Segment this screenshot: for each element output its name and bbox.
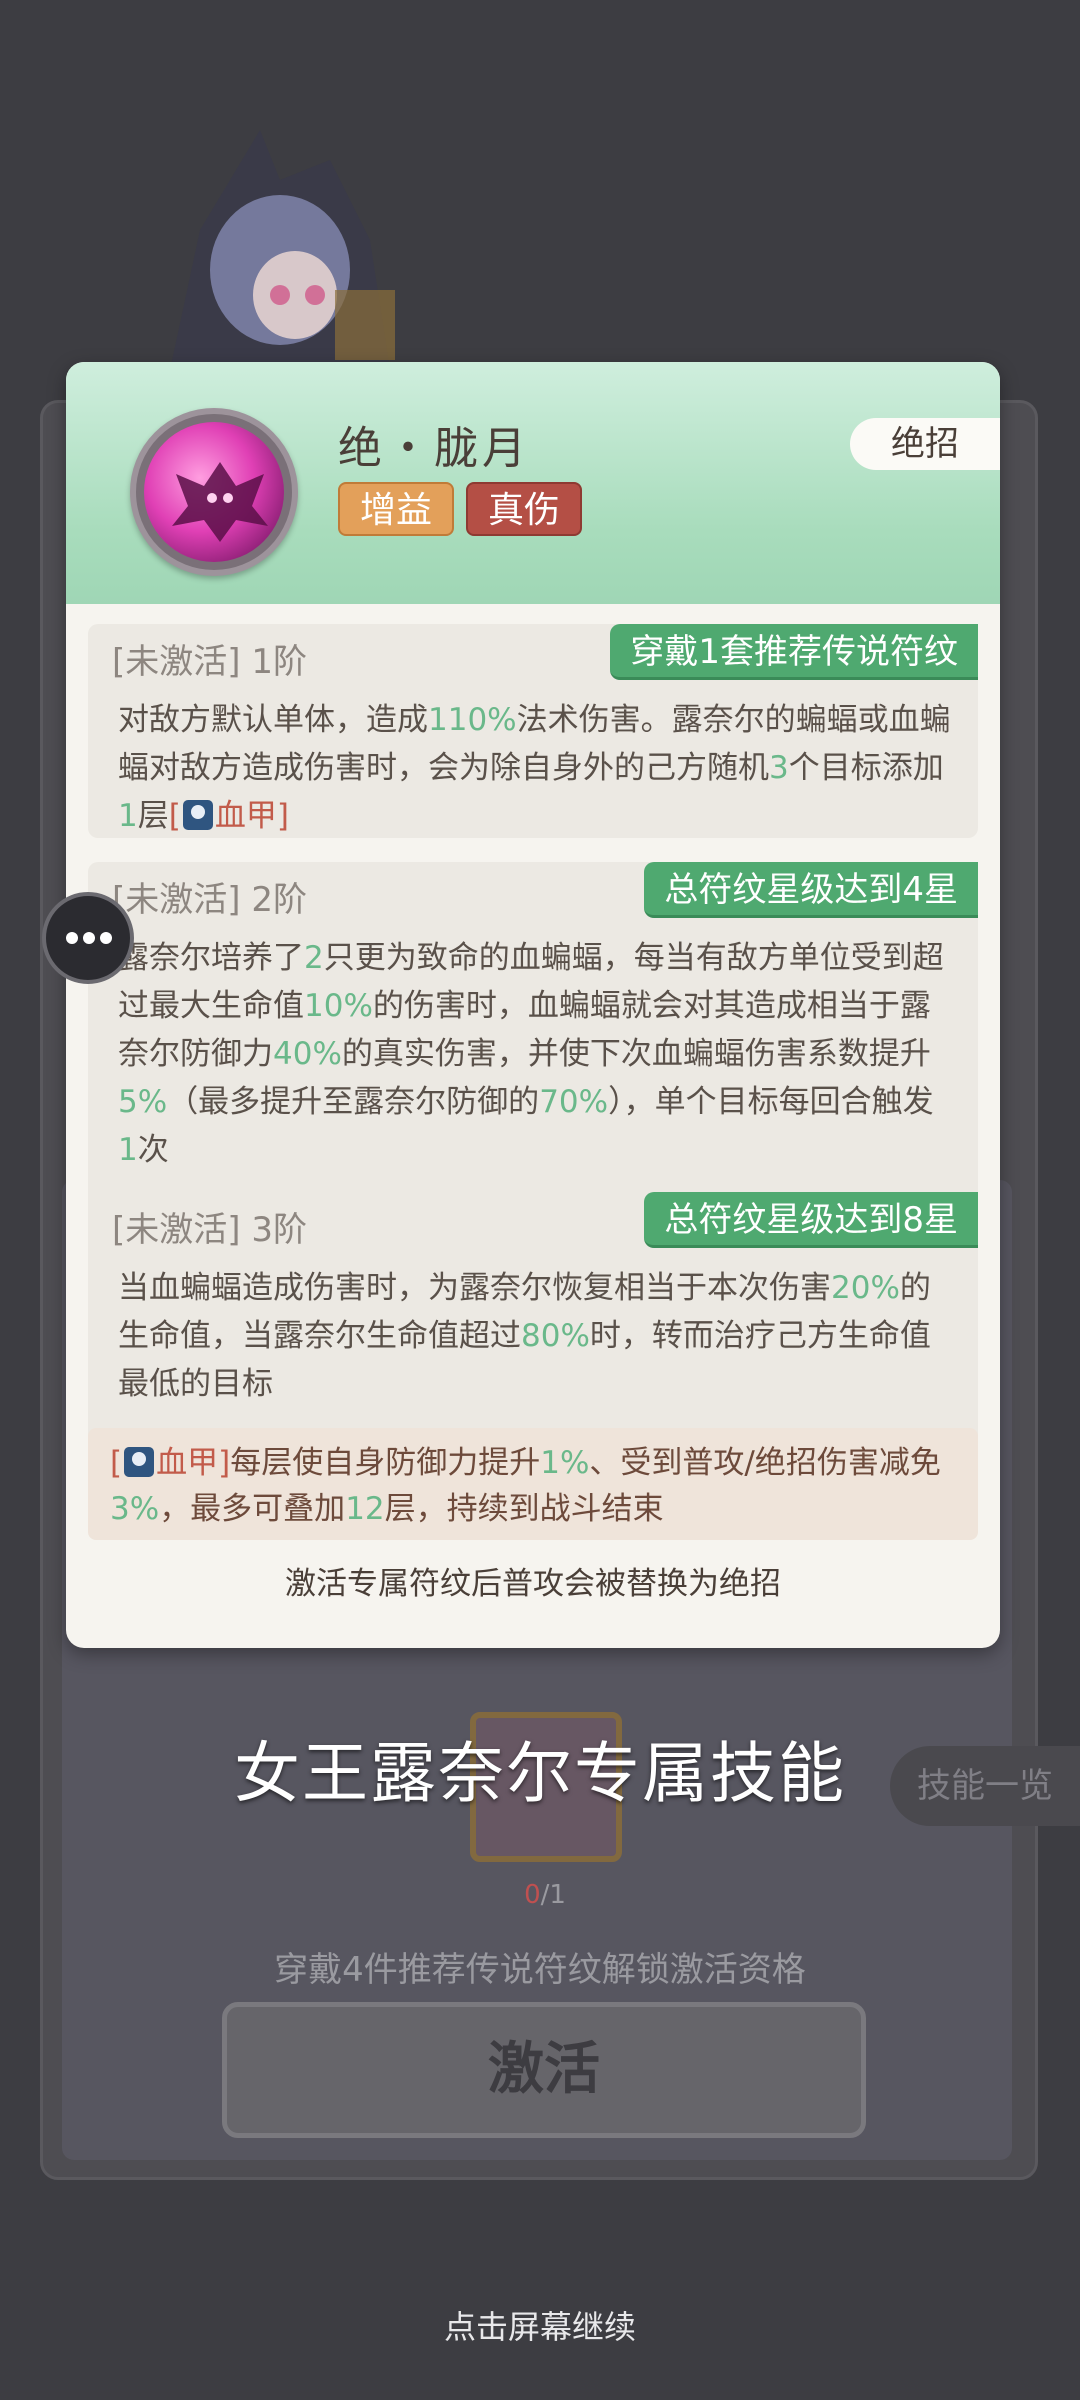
skill-icon [130,408,298,576]
skill-header: 绝・胧月 增益 真伤 绝招 [66,362,1000,604]
tier-2-header: [未激活] 2阶 [112,872,307,921]
blood-armor-note: [血甲]每层使自身防御力提升1%、受到普攻/绝招伤害减免3%，最多可叠加12层，… [88,1428,978,1540]
footer-note: 激活专属符纹后普攻会被替换为绝招 [285,1566,781,1602]
blood-armor-icon [124,1447,155,1477]
tier-3: [未激活] 3阶 总符纹星级达到8星 当血蝙蝠造成伤害时，为露奈尔恢复相当于本次… [88,1192,978,1406]
tier-2-requirement: 总符纹星级达到4星 [644,862,978,918]
skill-name: 绝・胧月 [338,423,530,474]
unlock-requirement-text: 穿戴4件推荐传说符纹解锁激活资格 [274,1950,806,1990]
tier-1-header: [未激活] 1阶 [112,634,307,683]
tier-3-description: 当血蝙蝠造成伤害时，为露奈尔恢复相当于本次伤害20%的生命值，当露奈尔生命值超过… [118,1270,931,1402]
skill-detail-card: 绝・胧月 增益 真伤 绝招 [未激活] 1阶 穿戴1套推荐传说符纹 对敌方默认单… [66,362,1000,1648]
character-portrait [170,130,395,370]
tag-true-damage: 真伤 [466,482,583,536]
tier-3-requirement: 总符纹星级达到8星 [644,1192,978,1248]
tier-level: 3阶 [251,1210,307,1250]
tap-to-continue[interactable]: 点击屏幕继续 [0,2302,1080,2348]
skill-list-button[interactable]: 技能一览 [890,1746,1080,1826]
tier-1-requirement: 穿戴1套推荐传说符纹 [610,624,978,680]
activate-button[interactable]: 激活 [222,2002,866,2138]
chat-bubble-button[interactable] [42,892,134,984]
tier-level: 2阶 [251,880,307,920]
tier-status: [未激活] [112,1210,241,1250]
chat-icon [66,932,112,950]
blood-armor-icon [182,800,213,830]
rune-count: 0/1 [524,1880,566,1910]
tier-1-description: 对敌方默认单体，造成110%法术伤害。露奈尔的蝙蝠或血蝙蝠对敌方造成伤害时，会为… [118,702,951,834]
tier-2-description: 露奈尔培养了2只更为致命的血蝙蝠，每当有敌方单位受到超过最大生命值10%的伤害时… [118,940,944,1168]
tier-status: [未激活] [112,880,241,920]
skill-type-badge: 绝招 [850,418,1000,470]
tag-buff: 增益 [338,482,455,536]
tier-3-header: [未激活] 3阶 [112,1202,307,1251]
tier-2: [未激活] 2阶 总符纹星级达到4星 露奈尔培养了2只更为致命的血蝙蝠，每当有敌… [88,862,978,1518]
tier-level: 1阶 [251,642,307,682]
tier-1: [未激活] 1阶 穿戴1套推荐传说符纹 对敌方默认单体，造成110%法术伤害。露… [88,624,978,838]
tier-status: [未激活] [112,642,241,682]
